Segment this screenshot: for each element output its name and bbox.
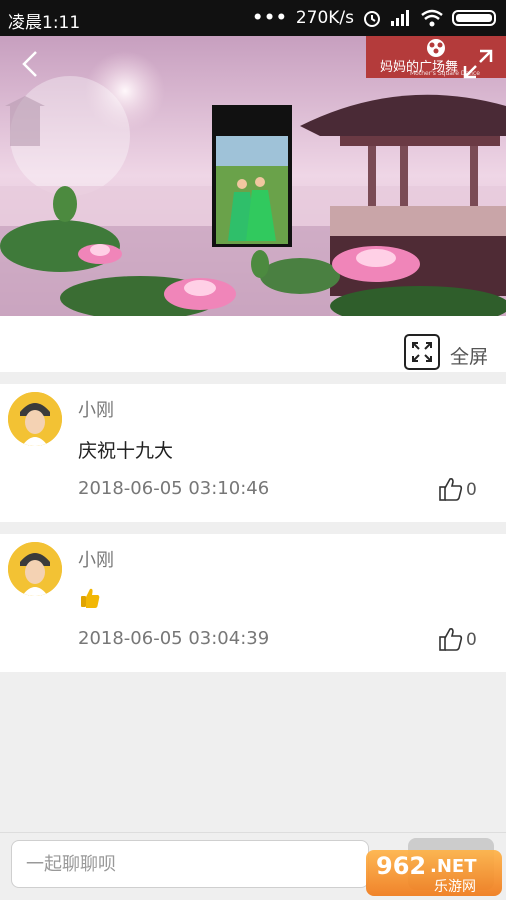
like-count: 0 xyxy=(466,480,477,500)
watermark-number: 962 xyxy=(376,852,427,880)
avatar[interactable] xyxy=(8,542,62,596)
status-time: 凌晨1:11 xyxy=(8,13,81,33)
watermark-sub: 乐游网 xyxy=(434,879,476,895)
status-bar: 凌晨1:11 ••• 270K/s xyxy=(0,0,506,36)
thumbs-up-icon[interactable] xyxy=(438,626,464,652)
comment-item: 小刚 庆祝十九大 2018-06-05 03:10:46 0 xyxy=(0,384,506,522)
back-arrow-icon[interactable] xyxy=(18,50,42,78)
comment-timestamp: 2018-06-05 03:04:39 xyxy=(78,628,270,649)
like-count: 0 xyxy=(466,630,477,650)
site-watermark: 962 .NET 乐游网 xyxy=(366,850,502,896)
network-speed: 270K/s xyxy=(295,8,354,28)
comment-timestamp: 2018-06-05 03:10:46 xyxy=(78,478,270,499)
thumbs-up-icon[interactable] xyxy=(438,476,464,502)
alarm-icon xyxy=(364,11,380,27)
fullscreen-label[interactable]: 全屏 xyxy=(450,342,488,369)
signal-icon xyxy=(391,10,409,26)
comment-input[interactable] xyxy=(11,840,369,888)
wifi-icon xyxy=(421,9,443,27)
battery-icon xyxy=(452,10,496,26)
comment-username: 小刚 xyxy=(78,400,114,421)
status-right: ••• 270K/s xyxy=(252,8,496,28)
avatar[interactable] xyxy=(8,392,62,446)
watermark-suffix: .NET xyxy=(430,856,477,877)
comment-username: 小刚 xyxy=(78,550,114,571)
fullscreen-icon[interactable] xyxy=(404,334,440,370)
expand-icon[interactable] xyxy=(462,48,494,80)
thumbs-up-emoji-icon xyxy=(81,588,100,608)
comment-item: 小刚 2018-06-05 03:04:39 0 xyxy=(0,534,506,672)
comment-text: 庆祝十九大 xyxy=(78,440,174,462)
notification-dots: ••• xyxy=(252,8,288,28)
